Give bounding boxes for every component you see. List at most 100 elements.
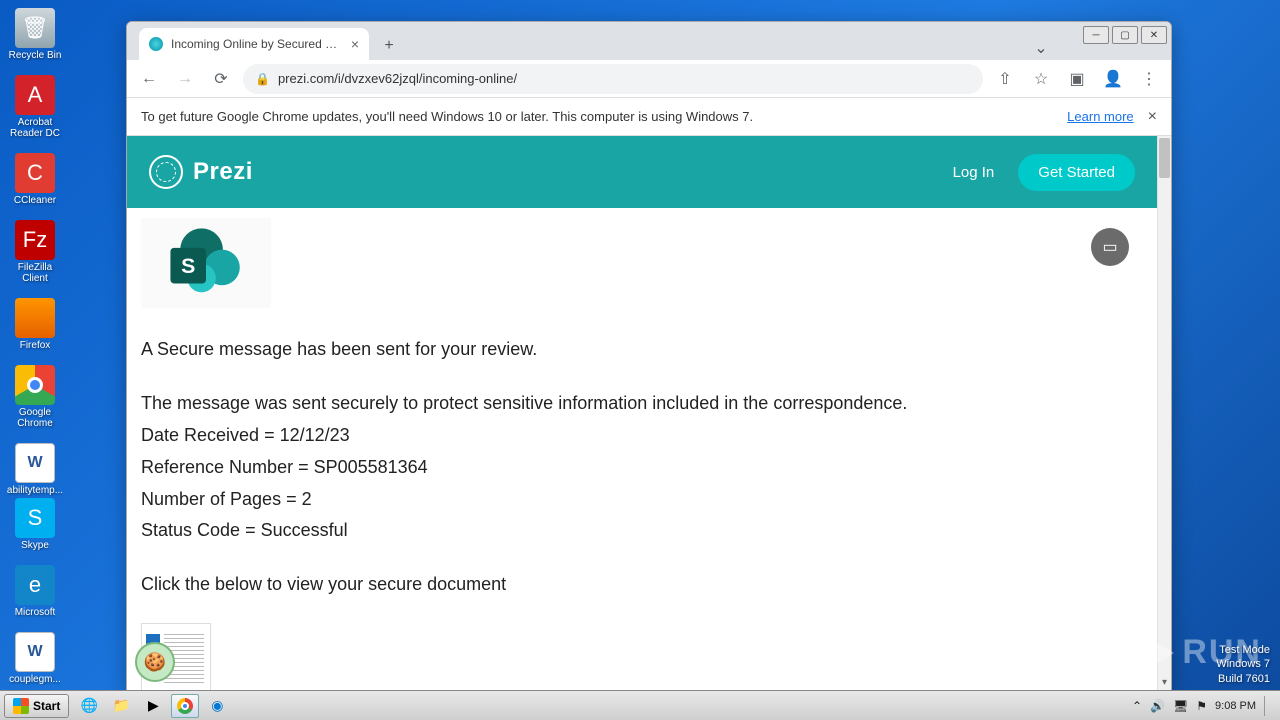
message-line: Number of Pages = 2 [141, 486, 1143, 514]
sharepoint-icon: S [151, 223, 261, 303]
message-line: A Secure message has been sent for your … [141, 336, 1143, 364]
desktop-icon[interactable]: couplegm... [4, 632, 66, 685]
desktop-icon-label: couplegm... [9, 674, 61, 685]
app-icon: C [15, 153, 55, 193]
page-content: Prezi Log In Get Started ▭ S [127, 136, 1157, 690]
back-button[interactable]: ← [135, 65, 163, 93]
desktop-icon-label: CCleaner [14, 195, 56, 206]
infobar-close-icon[interactable]: × [1148, 108, 1157, 126]
tray-up-icon[interactable]: ⌃ [1132, 699, 1142, 713]
desktop-icon[interactable]: 🗑 Recycle Bin [4, 8, 66, 61]
taskbar-ie-icon[interactable]: 🌐 [75, 694, 103, 718]
message-line: Status Code = Successful [141, 517, 1143, 545]
tab-search-button[interactable]: ⌄ [1029, 36, 1053, 60]
vertical-scrollbar[interactable]: ▾ [1157, 136, 1171, 690]
login-link[interactable]: Log In [953, 164, 995, 181]
browser-toolbar: ← → ⟳ 🔒 prezi.com/i/dvzxev62jzql/incomin… [127, 60, 1171, 98]
desktop-icon[interactable]: C CCleaner [4, 153, 66, 206]
minimize-button[interactable]: ─ [1083, 26, 1109, 44]
side-panel-button[interactable]: ▣ [1063, 65, 1091, 93]
app-icon: S [15, 498, 55, 538]
app-icon [15, 365, 55, 405]
present-button[interactable]: ▭ [1091, 228, 1129, 266]
prezi-logo[interactable]: Prezi [149, 155, 253, 189]
desktop-icon[interactable]: FzFileZilla Client [4, 220, 66, 284]
lock-icon: 🔒 [255, 72, 270, 86]
message-line: The message was sent securely to protect… [141, 390, 1143, 418]
message-line: Date Received = 12/12/23 [141, 422, 1143, 450]
desktop-icon[interactable]: abilitytemp... [4, 443, 66, 496]
desktop-icon[interactable]: AAcrobat Reader DC [4, 75, 66, 139]
start-button[interactable]: Start [4, 694, 69, 718]
cookie-settings-button[interactable]: 🍪 [135, 642, 175, 682]
system-tray: ⌃ 🔊 🖥 ⚑ 9:08 PM [1124, 696, 1280, 716]
get-started-button[interactable]: Get Started [1018, 154, 1135, 191]
prezi-wordmark: Prezi [193, 158, 253, 186]
tray-volume-icon[interactable]: 🔊 [1150, 699, 1165, 713]
windows-logo-icon [13, 698, 29, 714]
desktop-icon-label: Google Chrome [4, 407, 66, 429]
sharepoint-logo: S [141, 218, 271, 308]
app-icon [15, 632, 55, 672]
app-icon [15, 298, 55, 338]
address-bar[interactable]: 🔒 prezi.com/i/dvzxev62jzql/incoming-onli… [243, 64, 983, 94]
tab-strip: Incoming Online by Secured Docume × + ⌄ [127, 22, 1171, 60]
desktop-icon-label: Acrobat Reader DC [4, 117, 66, 139]
start-label: Start [33, 699, 60, 713]
desktop-icon-label: Recycle Bin [9, 50, 62, 61]
new-tab-button[interactable]: + [375, 32, 403, 60]
message-line: Click the below to view your secure docu… [141, 571, 1143, 599]
desktop-icon-label: Firefox [20, 340, 51, 351]
learn-more-link[interactable]: Learn more [1067, 109, 1133, 124]
close-window-button[interactable]: ✕ [1141, 26, 1167, 44]
maximize-button[interactable]: ▢ [1112, 26, 1138, 44]
window-controls: ─ ▢ ✕ [1083, 26, 1167, 44]
tray-network-icon[interactable]: 🖥 [1173, 699, 1188, 713]
tray-show-desktop[interactable] [1264, 696, 1272, 716]
desktop-icon[interactable]: Google Chrome [4, 365, 66, 429]
url-text: prezi.com/i/dvzxev62jzql/incoming-online… [278, 71, 517, 86]
tab-close-icon[interactable]: × [351, 36, 359, 52]
chrome-window: ─ ▢ ✕ Incoming Online by Secured Docume … [126, 21, 1172, 691]
desktop-icon-label: FileZilla Client [4, 262, 66, 284]
profile-button[interactable]: 👤 [1099, 65, 1127, 93]
page-viewport: Prezi Log In Get Started ▭ S [127, 136, 1171, 690]
prezi-content: ▭ S A Secure message has been sent for y… [127, 208, 1157, 690]
desktop-icon-label: abilitytemp... [7, 485, 63, 496]
desktop-icon-label: Microsoft [15, 607, 56, 618]
bookmark-button[interactable]: ☆ [1027, 65, 1055, 93]
taskbar-edge-icon[interactable]: ◉ [203, 694, 231, 718]
tray-flag-icon[interactable]: ⚑ [1196, 699, 1207, 713]
prezi-favicon-icon [149, 37, 163, 51]
reload-button[interactable]: ⟳ [207, 65, 235, 93]
app-icon [15, 443, 55, 483]
prezi-mark-icon [149, 155, 183, 189]
share-button[interactable]: ⇧ [991, 65, 1019, 93]
browser-tab[interactable]: Incoming Online by Secured Docume × [139, 28, 369, 60]
tray-clock[interactable]: 9:08 PM [1215, 700, 1256, 712]
taskbar-explorer-icon[interactable]: 📁 [107, 694, 135, 718]
desktop-icon-label: Skype [21, 540, 49, 551]
desktop-icon[interactable]: Firefox [4, 298, 66, 351]
taskbar-media-icon[interactable]: ▶ [139, 694, 167, 718]
build-info: Test Mode Windows 7 Build 7601 [1216, 643, 1270, 686]
taskbar-chrome-icon[interactable] [171, 694, 199, 718]
infobar-text: To get future Google Chrome updates, you… [141, 109, 753, 124]
tab-title: Incoming Online by Secured Docume [171, 37, 343, 51]
forward-button[interactable]: → [171, 65, 199, 93]
menu-button[interactable]: ⋮ [1135, 65, 1163, 93]
app-icon: Fz [15, 220, 55, 260]
message-line: Reference Number = SP005581364 [141, 454, 1143, 482]
taskbar: Start 🌐 📁 ▶ ◉ ⌃ 🔊 🖥 ⚑ 9:08 PM [0, 690, 1280, 720]
svg-text:S: S [181, 254, 195, 278]
desktop-icon[interactable]: S Skype [4, 498, 66, 551]
update-infobar: To get future Google Chrome updates, you… [127, 98, 1171, 136]
app-icon: e [15, 565, 55, 605]
scrollbar-thumb[interactable] [1159, 138, 1170, 178]
app-icon: 🗑 [15, 8, 55, 48]
prezi-header: Prezi Log In Get Started [127, 136, 1157, 208]
desktop-icon[interactable]: e Microsoft [4, 565, 66, 618]
scroll-down-icon[interactable]: ▾ [1158, 677, 1171, 688]
app-icon: A [15, 75, 55, 115]
desktop: 🗑 Recycle Bin AAcrobat Reader DC C CCleaner F… [0, 0, 130, 690]
